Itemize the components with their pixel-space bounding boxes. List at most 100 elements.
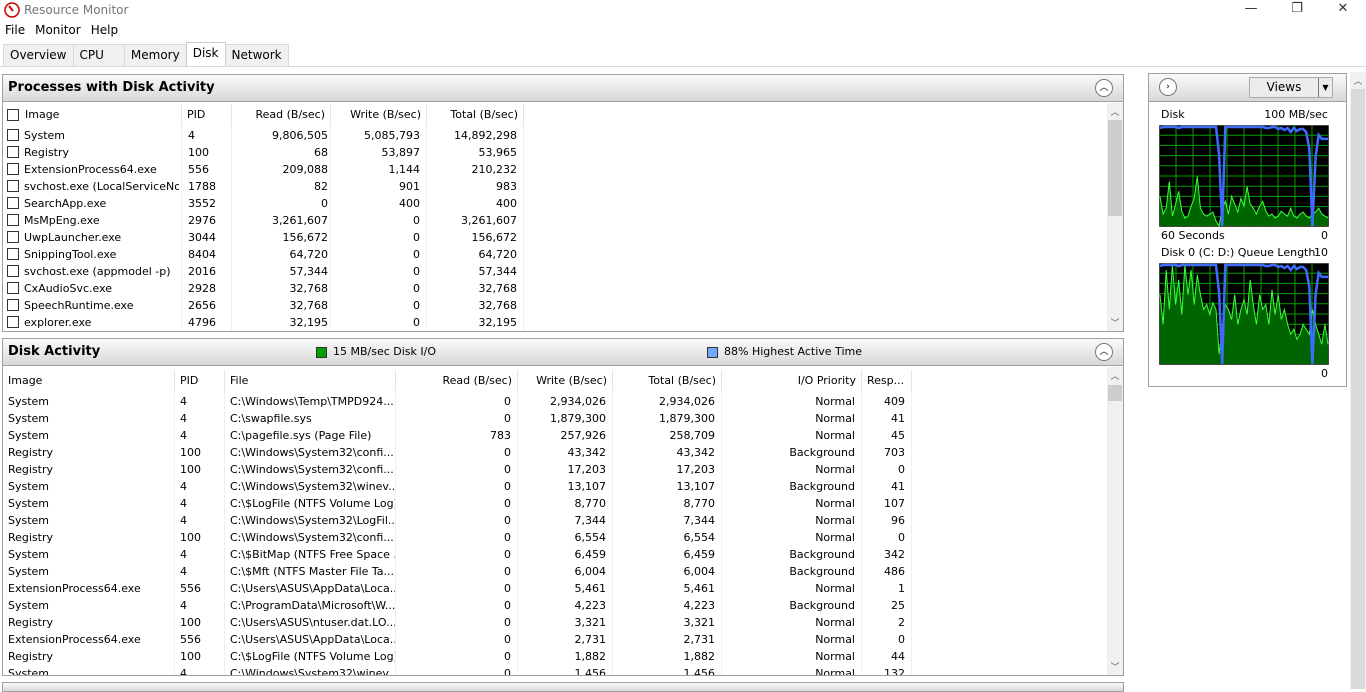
row-checkbox[interactable] (7, 265, 19, 277)
cell-total: 1,879,300 (659, 412, 715, 425)
scroll-thumb[interactable] (1351, 89, 1365, 689)
table-row[interactable]: System 4 C:\ProgramData\Microsoft\W... 0 4,2… (3, 597, 1107, 614)
scroll-up-icon[interactable]: ︿ (1107, 369, 1123, 382)
resource-monitor-icon (4, 2, 20, 18)
tab-disk[interactable]: Disk (185, 42, 226, 66)
row-checkbox[interactable] (7, 180, 19, 192)
cell-response-time: 409 (884, 395, 905, 408)
cell-pid: 4 (180, 497, 187, 510)
close-button[interactable]: ✕ (1320, 0, 1366, 20)
row-checkbox[interactable] (7, 282, 19, 294)
row-checkbox[interactable] (7, 299, 19, 311)
table-row[interactable]: System 4 C:\pagefile.sys (Page File) 783 257… (3, 427, 1107, 444)
tab-network[interactable]: Network (224, 44, 289, 66)
row-checkbox[interactable] (7, 163, 19, 175)
scroll-thumb[interactable] (1108, 385, 1122, 401)
row-checkbox[interactable] (7, 316, 19, 328)
collapse-button[interactable]: ︿ (1095, 79, 1113, 97)
cell-file: C:\$LogFile (NTFS Volume Log) (230, 497, 395, 510)
views-button[interactable]: Views ▼ (1249, 77, 1333, 98)
cell-response-time: 44 (891, 650, 905, 663)
col-image[interactable]: Image (20, 104, 182, 125)
table-row[interactable]: ExtensionProcess64.exe 556 C:\Users\ASUS\A… (3, 580, 1107, 597)
restore-button[interactable]: ❐ (1274, 0, 1320, 20)
graph2-min: 0 (1321, 367, 1328, 380)
table-row[interactable]: explorer.exe 4796 32,195 0 32,195 (3, 314, 1107, 331)
table-row[interactable]: SpeechRuntime.exe 2656 32,768 0 32,768 (3, 297, 1107, 314)
scroll-up-icon[interactable]: ︿ (1107, 105, 1123, 118)
cell-response-time: 96 (891, 514, 905, 527)
cell-read: 0 (504, 616, 511, 629)
table-row[interactable]: ExtensionProcess64.exe 556 209,088 1,144 210… (3, 161, 1107, 178)
table-row[interactable]: System 4 C:\swapfile.sys 0 1,879,300 1,879,30… (3, 410, 1107, 427)
menu-monitor[interactable]: Monitor (30, 21, 86, 40)
row-checkbox[interactable] (7, 146, 19, 158)
expand-arrow-icon[interactable]: › (1159, 78, 1177, 96)
row-checkbox[interactable] (7, 248, 19, 260)
scroll-thumb[interactable] (1108, 120, 1122, 216)
side-scrollbar[interactable]: ︿ (1350, 72, 1366, 689)
table-row[interactable]: svchost.exe (LocalServiceNo... 1788 82 901 9… (3, 178, 1107, 195)
cell-total: 1,456 (683, 667, 716, 675)
tab-memory[interactable]: Memory (123, 44, 187, 66)
cell-write: 901 (399, 180, 420, 193)
cell-read: 0 (504, 548, 511, 561)
row-checkbox[interactable] (7, 129, 19, 141)
tab-cpu[interactable]: CPU (72, 44, 125, 66)
table-row[interactable]: Registry 100 C:\Windows\System32\confi... 0… (3, 529, 1107, 546)
table-row[interactable]: SnippingTool.exe 8404 64,720 0 64,720 (3, 246, 1107, 263)
scroll-down-icon[interactable]: ﹀ (1107, 660, 1123, 673)
column-divider (861, 391, 862, 675)
cell-read: 209,088 (282, 163, 329, 176)
table-row[interactable]: SearchApp.exe 3552 0 400 400 (3, 195, 1107, 212)
col-pid[interactable]: PID (182, 104, 232, 125)
cell-file: C:\ProgramData\Microsoft\W... (230, 599, 395, 612)
cell-total: 3,321 (683, 616, 716, 629)
tab-overview[interactable]: Overview (3, 44, 74, 66)
scroll-up-icon[interactable]: ︿ (1350, 74, 1366, 87)
cell-pid: 4 (188, 129, 195, 142)
cell-read: 57,344 (289, 265, 329, 278)
table-row[interactable]: Registry 100 C:\Users\ASUS\ntuser.dat.LO..… (3, 614, 1107, 631)
table-row[interactable]: Registry 100 C:\Windows\System32\confi... 0… (3, 444, 1107, 461)
table-row[interactable]: System 4 C:\$Mft (NTFS Master File Ta... 0 6… (3, 563, 1107, 580)
col-total[interactable]: Total (B/sec) (427, 104, 524, 125)
row-checkbox[interactable] (7, 231, 19, 243)
cell-pid: 4 (180, 599, 187, 612)
table-row[interactable]: CxAudioSvc.exe 2928 32,768 0 32,768 (3, 280, 1107, 297)
table-row[interactable]: System 4 9,806,505 5,085,793 14,892,298 (3, 127, 1107, 144)
col-read[interactable]: Read (B/sec) (232, 104, 331, 125)
scroll-down-icon[interactable]: ﹀ (1107, 316, 1123, 329)
cell-pid: 100 (180, 446, 201, 459)
disk-activity-scrollbar[interactable]: ︿ ﹀ (1107, 367, 1123, 675)
table-row[interactable]: System 4 C:\Windows\System32\winev... 0 1,45… (3, 665, 1107, 675)
graph1-xlabel: 60 Seconds (1161, 229, 1225, 242)
table-row[interactable]: System 4 C:\$BitMap (NTFS Free Space ... 0 6… (3, 546, 1107, 563)
row-checkbox[interactable] (7, 197, 19, 209)
table-row[interactable]: ExtensionProcess64.exe 556 C:\Users\ASUS\A… (3, 631, 1107, 648)
col-write[interactable]: Write (B/sec) (331, 104, 427, 125)
cell-read: 0 (504, 633, 511, 646)
table-row[interactable]: Registry 100 C:\$LogFile (NTFS Volume Log)… (3, 648, 1107, 665)
table-row[interactable]: MsMpEng.exe 2976 3,261,607 0 3,261,607 (3, 212, 1107, 229)
cell-total: 210,232 (471, 163, 518, 176)
dropdown-arrow-icon[interactable]: ▼ (1318, 78, 1332, 97)
table-row[interactable]: System 4 C:\Windows\System32\LogFil... 0 7,3… (3, 512, 1107, 529)
cell-read: 82 (314, 180, 328, 193)
processes-scrollbar[interactable]: ︿ ﹀ (1107, 103, 1123, 331)
table-row[interactable]: Registry 100 C:\Windows\System32\confi... 0… (3, 461, 1107, 478)
row-checkbox[interactable] (7, 214, 19, 226)
table-row[interactable]: System 4 C:\Windows\System32\winev... 0 13,1… (3, 478, 1107, 495)
table-row[interactable]: UwpLauncher.exe 3044 156,672 0 156,672 (3, 229, 1107, 246)
processes-header[interactable]: Processes with Disk Activity ︿ (3, 75, 1123, 102)
cell-write: 17,203 (567, 463, 607, 476)
table-row[interactable]: Registry 100 68 53,897 53,965 (3, 144, 1107, 161)
table-row[interactable]: svchost.exe (appmodel -p) 2016 57,344 0 57,3… (3, 263, 1107, 280)
menu-file[interactable]: File (0, 21, 30, 40)
select-all-checkbox[interactable] (7, 109, 19, 121)
minimize-button[interactable]: — (1228, 0, 1274, 20)
menu-help[interactable]: Help (86, 21, 123, 40)
table-row[interactable]: System 4 C:\Windows\Temp\TMPD924... 0 2,934,… (3, 393, 1107, 410)
next-panel-header[interactable] (2, 682, 1124, 692)
table-row[interactable]: System 4 C:\$LogFile (NTFS Volume Log) 0 8,7… (3, 495, 1107, 512)
